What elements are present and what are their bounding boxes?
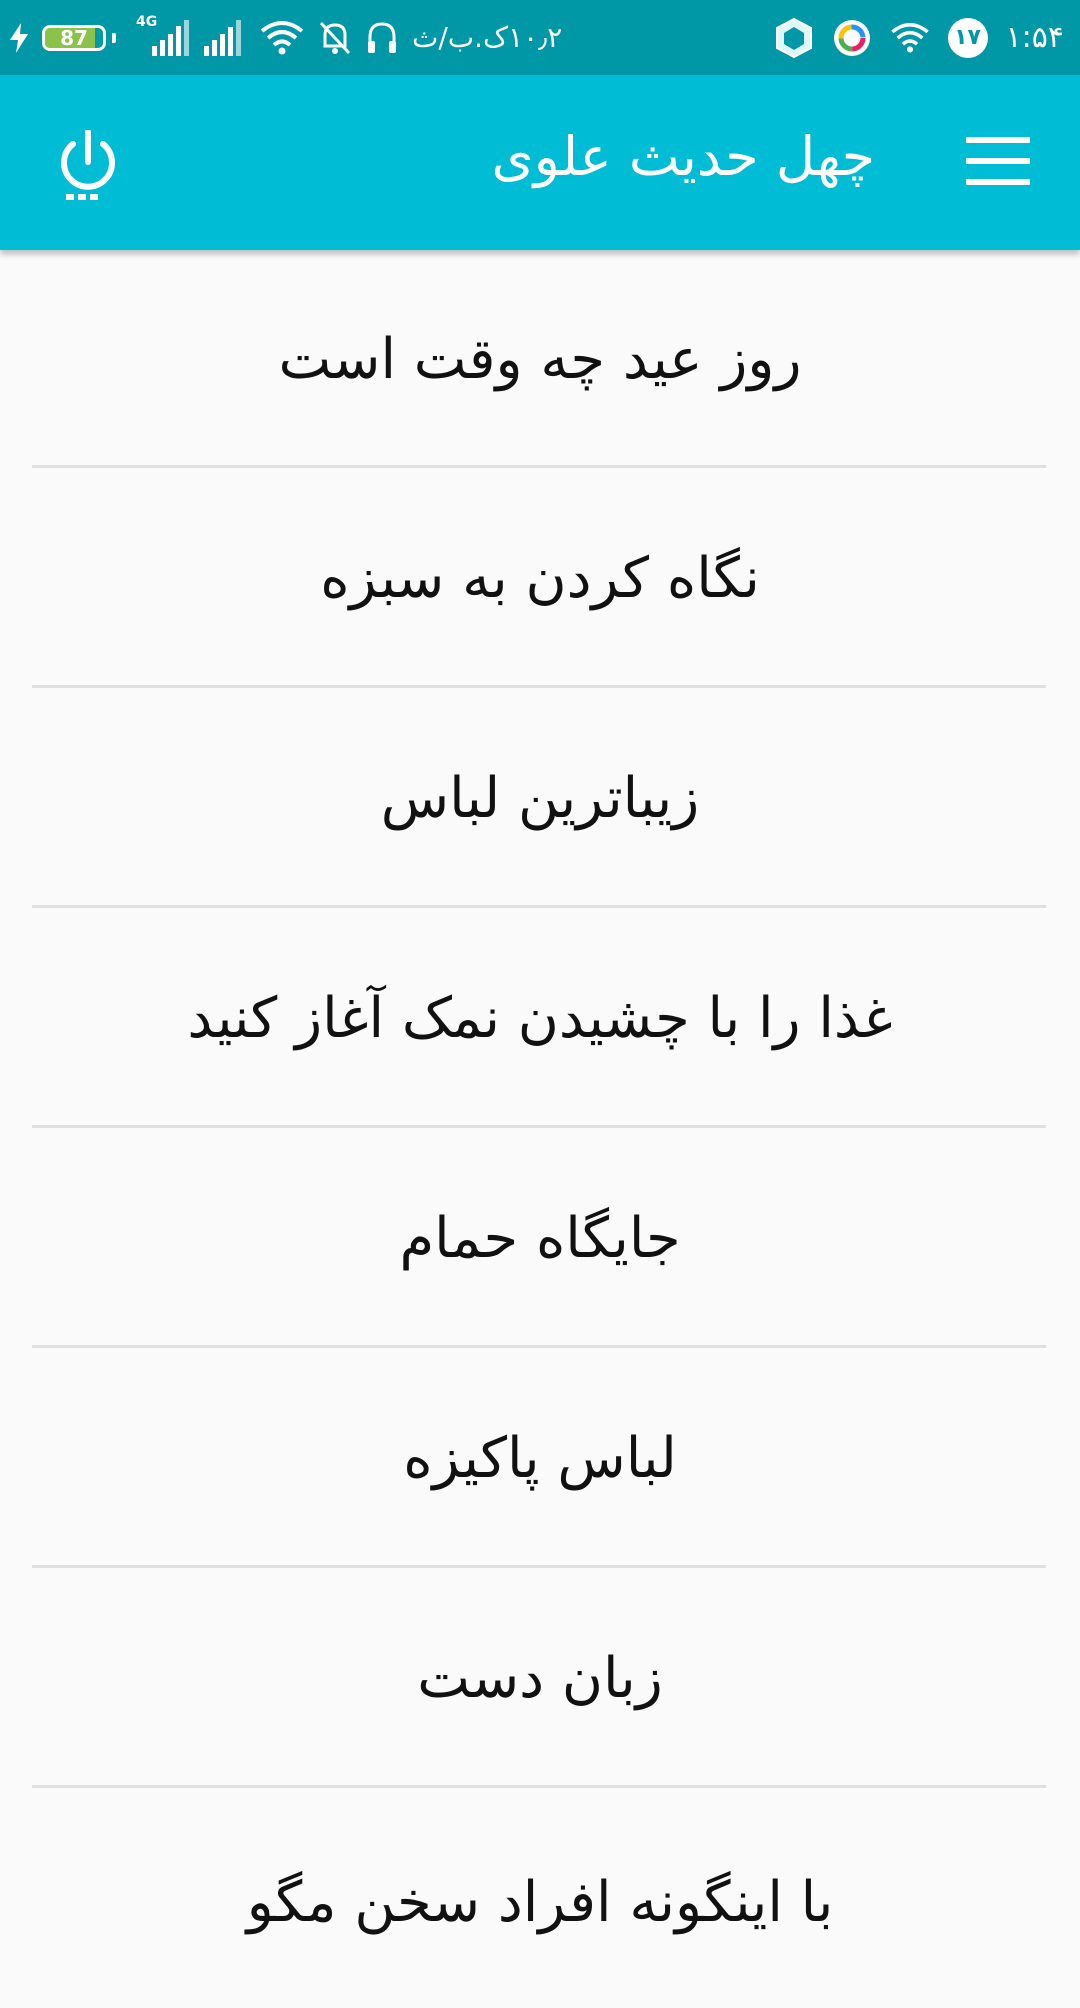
list-item-label: غذا را با چشیدن نمک آغاز کنید xyxy=(187,985,893,1051)
app-bar: چهل حدیث علوی xyxy=(0,75,1080,250)
colorful-app-icon xyxy=(833,19,870,56)
battery-level: 87 xyxy=(60,25,88,50)
status-bar-right: ۱۷ ۱:۵۴ xyxy=(774,0,1064,75)
list-item[interactable]: نگاه کردن به سبزه xyxy=(0,468,1080,688)
notification-count-badge: ۱۷ xyxy=(947,17,988,58)
list-item[interactable]: جایگاه حمام xyxy=(0,1128,1080,1348)
list-item[interactable]: غذا را با چشیدن نمک آغاز کنید xyxy=(0,908,1080,1128)
signal-icon-2 xyxy=(204,19,241,56)
wifi-icon-right xyxy=(890,22,929,53)
muted-bell-icon xyxy=(319,21,351,54)
wifi-icon xyxy=(260,20,304,54)
page-title: چهل حدیث علوی xyxy=(491,125,875,188)
list-item[interactable]: روز عید چه وقت است xyxy=(0,250,1080,468)
battery-indicator: 87 xyxy=(42,24,116,51)
status-bar-left: 87 4G ۱۰٫۲ک.ب/ث xyxy=(10,0,562,75)
list-item-label: لباس پاکیزه xyxy=(403,1425,677,1491)
cell-signal-4g: 4G xyxy=(130,14,190,58)
hadith-list: روز عید چه وقت است نگاه کردن به سبزه زیب… xyxy=(0,250,1080,2008)
hamburger-menu-button[interactable] xyxy=(966,137,1030,185)
list-item-label: زیباترین لباس xyxy=(380,765,700,831)
list-item-label: با اینگونه افراد سخن مگو xyxy=(246,1870,834,1935)
hamburger-menu-icon xyxy=(966,137,1030,143)
list-item[interactable]: لباس پاکیزه xyxy=(0,1348,1080,1568)
list-item[interactable]: با اینگونه افراد سخن مگو xyxy=(0,1788,1080,2008)
list-item[interactable]: زیباترین لباس xyxy=(0,688,1080,908)
power-icon xyxy=(61,129,115,200)
list-item-label: زبان دست xyxy=(417,1645,663,1711)
hexagon-app-icon xyxy=(775,17,812,58)
charging-bolt-icon xyxy=(10,22,28,53)
list-item-label: نگاه کردن به سبزه xyxy=(320,545,760,611)
headphones-icon xyxy=(368,21,396,53)
power-button[interactable] xyxy=(55,129,121,206)
signal-icon xyxy=(152,19,189,56)
status-bar: 87 4G ۱۰٫۲ک.ب/ث ۱۷ ۱:۵۴ xyxy=(0,0,1080,75)
list-item[interactable]: زبان دست xyxy=(0,1568,1080,1788)
clock: ۱:۵۴ xyxy=(1005,20,1064,55)
battery-icon: 87 xyxy=(42,24,106,51)
network-speed: ۱۰٫۲ک.ب/ث xyxy=(412,21,563,54)
list-item-label: جایگاه حمام xyxy=(399,1205,681,1271)
list-item-label: روز عید چه وقت است xyxy=(278,326,802,392)
battery-tip xyxy=(112,32,116,43)
